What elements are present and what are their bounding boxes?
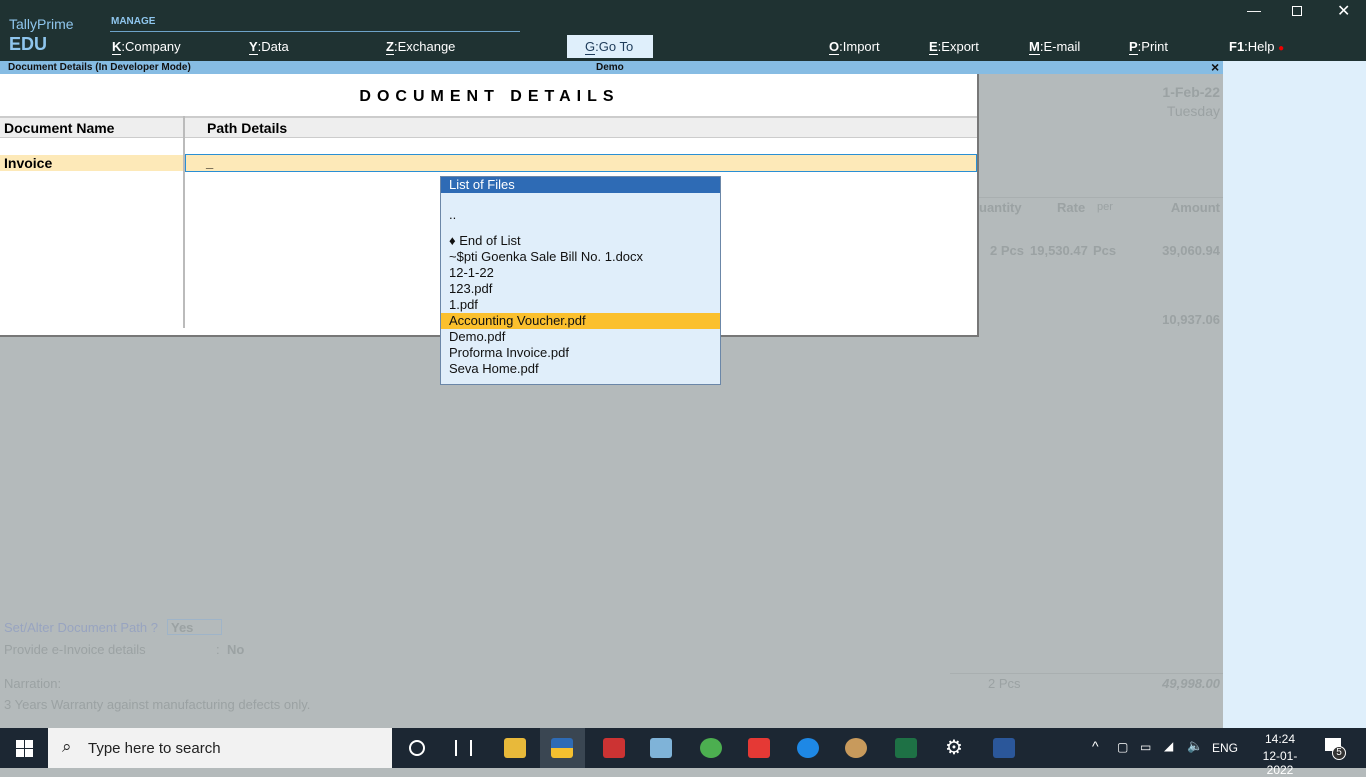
total-qty: 2 Pcs: [988, 676, 1021, 691]
header-path-details: Path Details: [207, 120, 288, 136]
section-label: MANAGE: [111, 16, 156, 27]
volume-icon[interactable]: 🔈: [1187, 738, 1203, 754]
file-list-popup: List of Files .. ♦ End of List ~$pti Goenk…: [440, 176, 721, 385]
colon: :: [216, 642, 220, 657]
header-document-name: Document Name: [4, 120, 115, 136]
search-icon: ⌕: [62, 737, 72, 756]
tally-active-tab[interactable]: [540, 728, 585, 768]
item-rate: 19,530.47: [1030, 243, 1088, 258]
clock-time[interactable]: 14:24: [1250, 732, 1310, 746]
search-box[interactable]: ⌕ Type here to search: [48, 728, 392, 768]
item-per: Pcs: [1093, 243, 1117, 258]
file-list-item[interactable]: 1.pdf: [449, 297, 478, 313]
menu-exchange[interactable]: Z:Exchange: [386, 39, 455, 55]
file-list-item[interactable]: Demo.pdf: [449, 329, 505, 345]
cortana-icon[interactable]: [409, 740, 425, 756]
file-list-item[interactable]: 123.pdf: [449, 281, 492, 297]
search-placeholder: Type here to search: [88, 740, 221, 757]
file-list-item[interactable]: ♦ End of List: [449, 233, 521, 249]
set-path-label: Set/Alter Document Path ?: [4, 620, 158, 635]
excel-icon[interactable]: [895, 738, 917, 758]
anydesk-icon[interactable]: [748, 738, 770, 758]
voucher-date: 1-Feb-22: [1162, 84, 1220, 100]
file-list-item[interactable]: ..: [449, 207, 456, 223]
meet-icon[interactable]: ▢: [1117, 740, 1128, 754]
header-quantity: uantity: [979, 200, 1022, 215]
notification-dot: ●: [1278, 43, 1285, 54]
header-rate: Rate: [1057, 200, 1086, 215]
file-explorer-icon[interactable]: [504, 738, 526, 758]
menu-company[interactable]: K:Company: [112, 39, 181, 55]
einvoice-label: Provide e-Invoice details: [4, 642, 146, 657]
voucher-day: Tuesday: [1166, 103, 1220, 119]
tally-icon: [551, 738, 573, 758]
close-window-icon[interactable]: ✕: [1337, 1, 1350, 21]
divider: [979, 197, 1223, 198]
divider: [110, 31, 520, 32]
file-list-item[interactable]: 12-1-22: [449, 265, 494, 281]
header-per: per: [1097, 201, 1113, 213]
battery-icon[interactable]: ▭: [1140, 740, 1151, 754]
set-path-field[interactable]: Yes: [167, 619, 222, 635]
notepad-icon[interactable]: [650, 738, 672, 758]
table-header: Document Name Path Details: [0, 116, 977, 138]
company-name: Demo: [596, 62, 624, 73]
minimize-icon[interactable]: —: [1247, 2, 1261, 18]
chevron-up-icon[interactable]: ^: [1092, 738, 1099, 754]
menu-export[interactable]: E:Export: [929, 39, 979, 55]
brand: TallyPrime: [9, 16, 74, 32]
clock-date[interactable]: 12-01-2022: [1250, 749, 1310, 777]
word-icon[interactable]: [993, 738, 1015, 758]
notification-count: 5: [1332, 746, 1346, 760]
total-amount: 49,998.00: [1162, 676, 1220, 691]
wifi-icon[interactable]: ◢: [1164, 739, 1173, 753]
item-amount: 39,060.94: [1162, 243, 1220, 258]
narration-label: Narration:: [4, 676, 62, 691]
file-list-item[interactable]: Accounting Voucher.pdf: [441, 313, 720, 329]
narration-text: 3 Years Warranty against manufacturing d…: [4, 697, 311, 712]
paint-icon[interactable]: [845, 738, 867, 758]
settings-icon[interactable]: ⚙: [945, 735, 963, 760]
list-title: List of Files: [441, 177, 720, 193]
ledger-amount: 10,937.06: [1162, 312, 1220, 327]
menu-goto[interactable]: G:Go To: [585, 39, 633, 55]
windows-start-icon[interactable]: [16, 740, 33, 757]
menu-print[interactable]: P:Print: [1129, 39, 1168, 55]
context-bar: Document Details (In Developer Mode) Dem…: [0, 59, 1223, 75]
document-name-cell: Invoice: [0, 155, 183, 171]
menu-data[interactable]: Y:Data: [249, 39, 289, 55]
file-list-item[interactable]: Seva Home.pdf: [449, 361, 539, 377]
path-input[interactable]: _: [185, 154, 977, 172]
divider: [950, 673, 1223, 674]
column-divider: [183, 116, 185, 328]
close-icon[interactable]: ×: [1211, 59, 1219, 75]
screen-name: Document Details (In Developer Mode): [8, 62, 191, 73]
header-amount: Amount: [1170, 200, 1220, 215]
file-list-item[interactable]: ~$pti Goenka Sale Bill No. 1.docx: [449, 249, 643, 265]
einvoice-value: No: [227, 642, 245, 657]
file-list-item[interactable]: Proforma Invoice.pdf: [449, 345, 569, 361]
menu-import[interactable]: O:Import: [829, 39, 880, 55]
edition: EDU: [9, 34, 48, 54]
restore-icon[interactable]: [1292, 6, 1302, 16]
title-bar: TallyPrime EDU MANAGE K:Company Y:Data Z…: [0, 0, 1366, 61]
task-view-icon[interactable]: [455, 740, 472, 756]
item-qty: 2 Pcs: [990, 243, 1024, 258]
language-indicator[interactable]: ENG: [1212, 741, 1238, 755]
teamviewer-icon[interactable]: [797, 738, 819, 758]
menu-email[interactable]: M:E-mail: [1029, 39, 1080, 55]
dialog-title: DOCUMENT DETAILS: [359, 88, 620, 105]
taskbar: ⌕ Type here to search ⚙ ^ ▢ ▭ ◢ 🔈 ENG 14…: [0, 728, 1366, 777]
right-panel: [1223, 61, 1366, 728]
snipping-tool-icon[interactable]: [603, 738, 625, 758]
chrome-icon[interactable]: [700, 738, 722, 758]
menu-help[interactable]: F1:Help ●: [1229, 39, 1284, 54]
